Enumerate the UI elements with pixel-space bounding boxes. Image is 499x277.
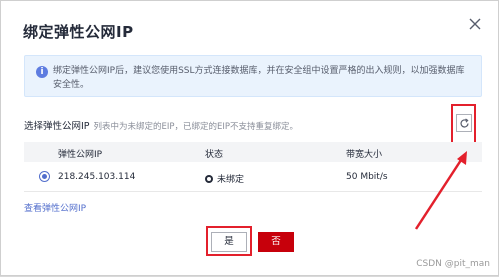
annotation-arrow — [414, 151, 467, 230]
bind-eip-dialog: 绑定弹性公网IP i 绑定弹性公网IP后，建议您使用SSL方式连接数据库，并在安… — [0, 0, 499, 276]
watermark: CSDN @pit_man — [416, 259, 490, 269]
